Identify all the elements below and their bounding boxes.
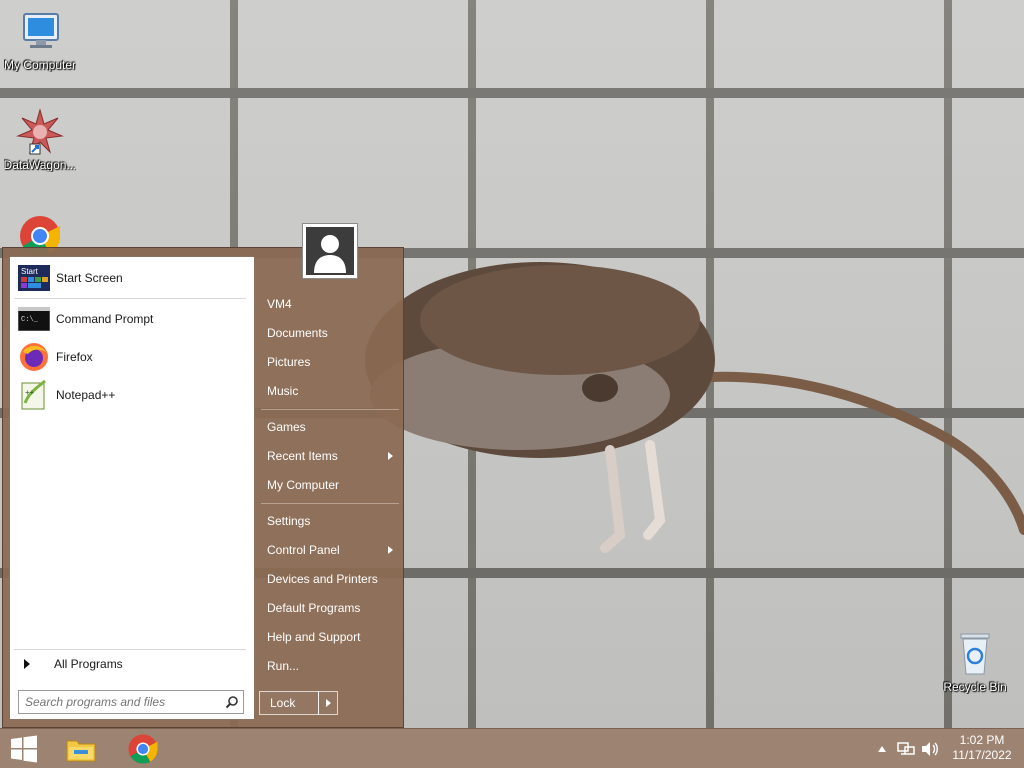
monitor-icon [16,8,64,56]
submenu-arrow-icon [388,546,393,554]
start-link-default-programs[interactable]: Default Programs [259,596,399,620]
search-box [18,690,244,714]
program-firefox[interactable]: Firefox [14,340,250,374]
start-menu-programs-pane: Start Start Screen C:\_ Command Prompt F… [9,256,255,720]
start-button[interactable] [0,729,48,768]
search-input[interactable] [19,692,221,712]
clock-date: 11/17/2022 [952,748,1012,762]
start-link-control-panel[interactable]: Control Panel [259,538,399,562]
lock-button[interactable]: Lock [259,691,319,715]
start-link-games[interactable]: Games [259,415,399,439]
program-notepadpp[interactable]: ++ Notepad++ [14,378,250,412]
svg-text:Start: Start [21,267,39,276]
search-icon[interactable] [221,691,243,713]
user-picture[interactable] [302,223,358,279]
firefox-icon [18,341,50,373]
desktop-icon-my-computer[interactable]: My Computer [0,8,80,72]
desktop-icon-recycle-bin[interactable]: Recycle Bin [935,630,1015,694]
recycle-bin-icon [951,630,999,678]
taskbar-chrome[interactable] [120,729,166,768]
svg-text:++: ++ [25,388,35,397]
start-link-recent-items[interactable]: Recent Items [259,444,399,468]
command-prompt-icon: C:\_ [18,303,50,335]
svg-text:C:\_: C:\_ [21,316,39,324]
taskbar-file-explorer[interactable] [58,729,104,768]
datawagon-icon [16,108,64,156]
start-link-run[interactable]: Run... [259,654,399,678]
start-link-settings[interactable]: Settings [259,509,399,533]
start-screen-icon: Start [18,262,50,294]
chrome-icon [128,734,158,764]
start-link-help-and-support[interactable]: Help and Support [259,625,399,649]
submenu-arrow-icon [388,452,393,460]
start-link-pictures[interactable]: Pictures [259,350,399,374]
programs-divider [14,298,246,299]
start-link-music[interactable]: Music [259,379,399,403]
right-divider [261,409,399,410]
program-command-prompt[interactable]: C:\_ Command Prompt [14,302,250,336]
program-start-screen[interactable]: Start Start Screen [14,261,250,295]
triangle-right-icon [24,659,30,669]
clock-time: 1:02 PM [959,733,1005,747]
taskbar: 1:02 PM 11/17/2022 [0,728,1024,768]
chevron-up-icon [878,746,886,752]
volume-icon[interactable] [920,739,940,759]
start-link-my-computer[interactable]: My Computer [259,473,399,497]
taskbar-clock[interactable]: 1:02 PM 11/17/2022 [946,733,1018,763]
lock-options-button[interactable] [318,691,338,715]
all-programs-button[interactable]: All Programs [14,653,250,675]
windows-start-icon [11,735,37,763]
start-link-vm4[interactable]: VM4 [259,292,399,316]
show-hidden-icons[interactable] [872,739,892,759]
right-divider [261,503,399,504]
user-avatar-icon [306,227,354,275]
start-link-documents[interactable]: Documents [259,321,399,345]
chevron-right-icon [325,699,331,707]
start-menu: Start Start Screen C:\_ Command Prompt F… [2,223,404,728]
file-explorer-icon [66,740,96,762]
network-icon[interactable] [896,739,916,759]
start-link-devices-and-printers[interactable]: Devices and Printers [259,567,399,591]
notepadpp-icon: ++ [18,379,50,411]
all-programs-divider [14,649,246,650]
desktop-icon-datawagon[interactable]: DataWagon... [0,108,80,172]
